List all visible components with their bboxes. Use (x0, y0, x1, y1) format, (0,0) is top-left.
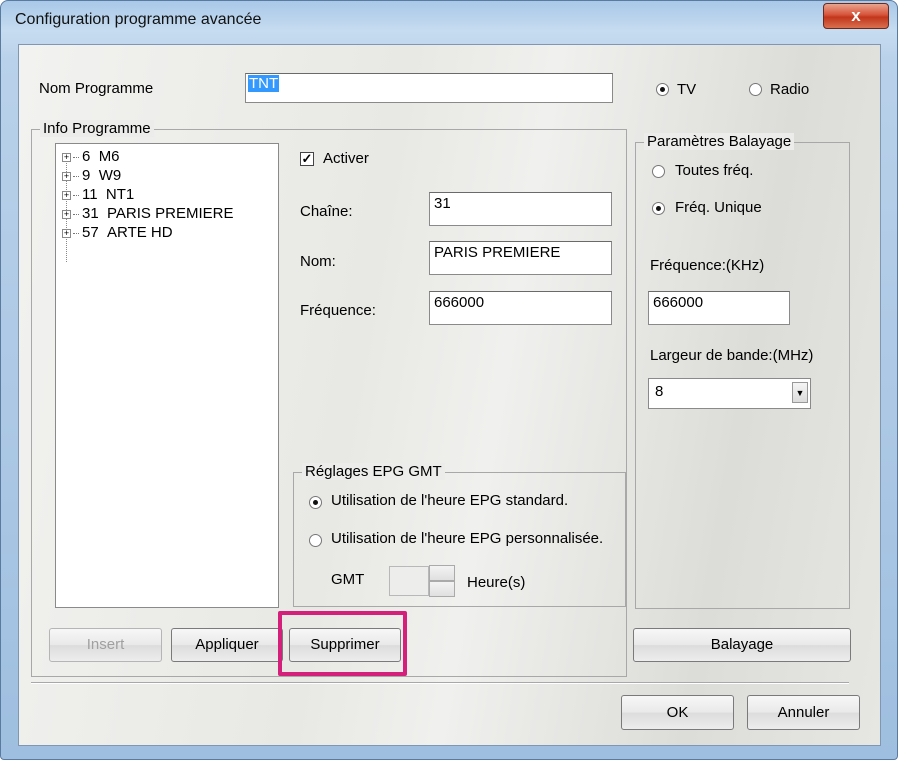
toutes-freq-radio[interactable] (652, 165, 665, 178)
freq-unique-label: Fréq. Unique (675, 199, 762, 216)
tree-item-num: 9 (82, 167, 91, 184)
nom-programme-label: Nom Programme (39, 80, 154, 97)
chaine-input[interactable]: 31 (429, 192, 612, 226)
nom-value: PARIS PREMIERE (434, 244, 561, 261)
insert-button[interactable]: Insert (49, 628, 162, 662)
tree-item-m6[interactable]: +6 M6 (62, 148, 120, 168)
title-bar[interactable]: Configuration programme avancée x (1, 1, 897, 41)
close-button[interactable]: x (823, 3, 889, 29)
radio-radio[interactable] (749, 83, 762, 96)
heures-label: Heure(s) (467, 574, 526, 591)
tree-item-w9[interactable]: +9 W9 (62, 167, 121, 187)
balayage-legend: Paramètres Balayage (644, 133, 795, 150)
tree-item-name: PARIS PREMIERE (107, 205, 234, 222)
radio-label: Radio (770, 81, 810, 98)
tv-label: TV (677, 81, 697, 98)
window-title: Configuration programme avancée (15, 11, 262, 28)
tree-connector (73, 194, 79, 196)
balayage-frequence-label: Fréquence:(KHz) (650, 257, 765, 274)
frequence-label: Fréquence: (300, 302, 376, 319)
tree-item-num: 11 (82, 186, 98, 203)
annuler-button[interactable]: Annuler (747, 695, 860, 730)
freq-unique-radio[interactable] (652, 202, 665, 215)
expand-icon[interactable]: + (62, 152, 71, 162)
nom-programme-input[interactable]: TNT (245, 73, 613, 103)
tv-radio[interactable] (656, 83, 669, 96)
info-programme-legend: Info Programme (40, 120, 154, 137)
tree-item-nt1[interactable]: +11 NT1 (62, 186, 134, 206)
tree-connector (73, 156, 79, 158)
tree-item-arte-hd[interactable]: +57 ARTE HD (62, 224, 173, 244)
ok-button[interactable]: OK (621, 695, 734, 730)
nom-programme-value: TNT (248, 75, 280, 92)
toutes-freq-label: Toutes fréq. (675, 162, 754, 179)
activer-checkbox[interactable]: ✓ (300, 152, 314, 166)
balayage-button[interactable]: Balayage (633, 628, 851, 662)
chevron-down-icon[interactable]: ▼ (792, 382, 808, 403)
expand-icon[interactable]: + (62, 171, 71, 181)
bande-value: 8 (655, 383, 664, 400)
close-icon: x (851, 6, 861, 25)
tree-item-name: NT1 (105, 186, 135, 203)
tree-item-name: W9 (98, 167, 122, 184)
tree-item-num: 31 (82, 205, 99, 222)
footer-divider (31, 682, 849, 684)
tree-item-paris-premiere[interactable]: +31 PARIS PREMIERE (62, 205, 233, 225)
balayage-frequence-value: 666000 (653, 294, 704, 311)
program-tree[interactable]: +6 M6 +9 W9 +11 NT1 +31 PARIS PREMIERE +… (55, 143, 279, 608)
tree-connector (73, 175, 79, 177)
highlight-box (278, 611, 407, 676)
tree-connector (73, 232, 79, 234)
gmt-spin-up[interactable] (429, 565, 455, 581)
expand-icon[interactable]: + (62, 190, 71, 200)
epg-legend: Réglages EPG GMT (302, 463, 445, 480)
tree-item-name: M6 (98, 148, 120, 165)
tree-connector (73, 213, 79, 215)
chaine-label: Chaîne: (300, 203, 353, 220)
epg-standard-label: Utilisation de l'heure EPG standard. (331, 492, 569, 509)
tree-item-name: ARTE HD (107, 224, 173, 241)
expand-icon[interactable]: + (62, 209, 71, 219)
nom-input[interactable]: PARIS PREMIERE (429, 241, 612, 275)
activer-label: Activer (323, 150, 369, 167)
bande-label: Largeur de bande:(MHz) (650, 347, 814, 364)
balayage-frequence-input[interactable]: 666000 (648, 291, 790, 325)
appliquer-button[interactable]: Appliquer (171, 628, 283, 662)
tree-item-num: 57 (82, 224, 99, 241)
bande-select[interactable]: 8 ▼ (648, 378, 811, 409)
tree-item-num: 6 (82, 148, 91, 165)
gmt-label: GMT (331, 571, 365, 588)
gmt-spin-down[interactable] (429, 581, 455, 597)
epg-custom-radio[interactable] (309, 534, 322, 547)
dialog-window: Configuration programme avancée x Nom Pr… (0, 0, 898, 760)
expand-icon[interactable]: + (62, 228, 71, 238)
nom-label: Nom: (300, 253, 336, 270)
frequence-input[interactable]: 666000 (429, 291, 612, 325)
gmt-input[interactable] (389, 566, 429, 596)
epg-custom-label: Utilisation de l'heure EPG personnalisée… (331, 530, 604, 547)
chaine-value: 31 (434, 195, 451, 212)
frequence-value: 666000 (434, 294, 485, 311)
epg-standard-radio[interactable] (309, 496, 322, 509)
